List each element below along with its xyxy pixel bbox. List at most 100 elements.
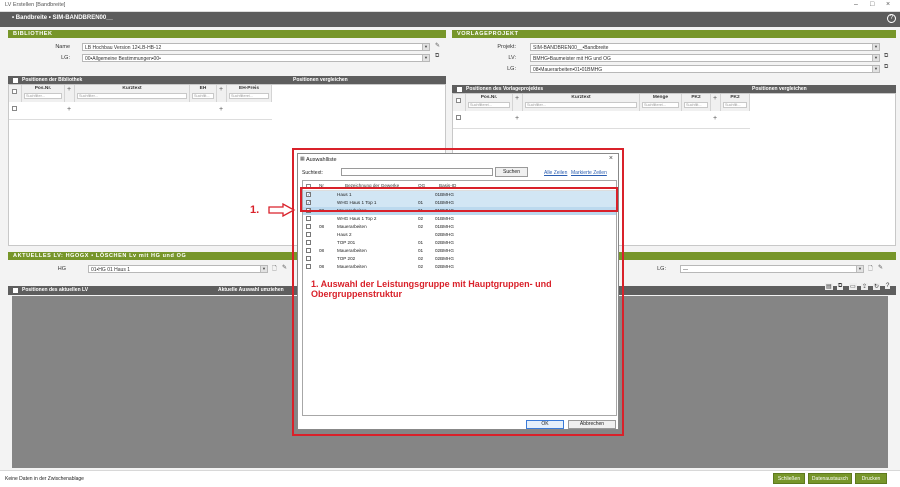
arrow-right-icon [268,203,296,217]
row-og: 02 [418,216,424,221]
aktuell-select-all-checkbox[interactable] [13,287,18,293]
checkbox[interactable] [306,264,311,269]
copy-icon[interactable]: ⧉ [837,283,844,290]
close-icon[interactable]: × [886,1,890,8]
vorlage-positions-bar: Positionen des Vorlageprojektes Position… [452,85,896,93]
filter-input[interactable]: Suchfilterei... [642,102,679,108]
document-icon[interactable]: 🗋 [272,264,277,274]
plus-icon[interactable]: + [713,115,717,122]
chevron-down-icon: ▼ [872,66,879,72]
checkbox[interactable] [306,240,311,245]
dialog-title: Auswahlliste [306,157,337,163]
table-icon[interactable]: ▤ [825,283,833,290]
bibliothek-select-all-checkbox[interactable] [13,77,18,83]
filter-input[interactable]: Suchfilterei... [229,93,269,99]
statusbar: Keine Daten in der Zwischenablage Schlie… [0,470,900,487]
close-button[interactable]: Schließen [773,473,805,484]
row-nr: 08 [319,264,325,269]
window-titlebar: LV Erstellen [Bandbreite] – □ × [0,0,900,12]
table-row[interactable]: TOP 201 01 02BMHG [303,239,616,247]
plus-icon[interactable]: + [219,86,223,93]
filter-input[interactable]: Suchfilt... [684,102,708,108]
data-exchange-button[interactable]: Datenaustausch [808,473,852,484]
checkbox[interactable] [306,216,311,221]
filter-input[interactable]: Suchfilt... [723,102,747,108]
projekt-select[interactable]: SIM-BANDBREN00__•Bandbreite ▼ [530,43,880,51]
export-icon[interactable]: ⇪ [861,283,869,290]
minimize-icon[interactable]: – [854,1,858,8]
column-label: Pos.Nr. [480,95,498,100]
search-button[interactable]: Suchen [495,167,528,177]
aktuell-lg-select[interactable]: — ▼ [680,265,864,273]
checkbox[interactable] [456,115,461,120]
table-row[interactable]: WHG Haus 1 Top 2 02 01BMHG [303,215,616,223]
annotation-marker: 1. [250,204,260,216]
section-title: VORLAGEPROJEKT [457,31,519,37]
lg-label: LG: [61,55,70,61]
pencil-icon[interactable]: ✎ [435,42,440,49]
copy-icon[interactable]: ⧉ [435,53,439,60]
filter-input[interactable]: Suchfilt... [192,93,214,99]
table-row[interactable]: Haus 2 02BMHG [303,231,616,239]
all-rows-link[interactable]: Alle Zeilen [544,170,567,176]
column-pk2: PK2 Suchfilt... [682,94,711,111]
chevron-down-icon: ▼ [422,44,429,50]
row-bezeichnung: Mauerarbeiten [337,224,367,229]
row-nr: 08 [319,248,325,253]
folder-icon[interactable]: ▭ [849,283,857,290]
column-label: Kurztext [571,95,591,100]
plus-icon[interactable]: + [67,106,71,113]
copy-icon[interactable]: ⧉ [884,53,888,60]
filter-input[interactable]: Suchfilter... [525,102,637,108]
lg-select[interactable]: 00•Allgemeine Bestimmungen•00• ▼ [82,54,430,62]
chevron-down-icon: ▼ [422,55,429,61]
checkbox[interactable] [306,232,311,237]
table-row[interactable]: 08 Mauerarbeiten 02 01BMHG [303,223,616,231]
hg-select-value: 01•HG 01 Haus 1 [91,266,130,273]
cancel-button[interactable]: Abbrechen [568,420,616,429]
row-basis-id: 01BMHG [435,216,454,221]
vorlage-select-all-checkbox[interactable] [457,86,462,92]
refresh-icon[interactable]: ↻ [873,283,881,290]
table-row[interactable]: 08 Mauerarbeiten 02 02BMHG [303,263,616,271]
ok-button[interactable]: OK [526,420,564,429]
plus-icon[interactable]: + [515,115,519,122]
pencil-icon[interactable]: ✎ [282,264,287,271]
lv-select[interactable]: BMHG•Baumeister mit HG und OG ▼ [530,54,880,62]
help-icon[interactable]: ? [887,14,896,23]
row-og: 02 [418,256,424,261]
page-title: • Bandbreite • SIM-BANDBREN00__ [12,15,113,21]
plus-icon[interactable]: + [713,95,717,102]
copy-icon[interactable]: ⧉ [884,64,888,71]
close-icon[interactable]: × [609,155,613,162]
filter-input[interactable]: Suchfilter... [77,93,187,99]
document-icon[interactable]: 🗋 [868,264,873,274]
filter-input[interactable]: Suchfilter... [24,93,62,99]
checkbox[interactable] [306,224,311,229]
vorlage-lg-select[interactable]: 08•Mauerarbeiten•01•01BMHG ▼ [530,65,880,73]
name-select[interactable]: LB Hochbau Version 12•LB-HB-12 ▼ [82,43,430,51]
plus-icon[interactable]: + [219,106,223,113]
marked-rows-link[interactable]: Markierte Zeilen [571,170,607,176]
hg-select[interactable]: 01•HG 01 Haus 1 ▼ [88,265,268,273]
filter-input[interactable]: Suchfilterei... [468,102,510,108]
checkbox[interactable] [12,89,17,94]
column-menge: Menge Suchfilterei... [640,94,682,111]
search-input[interactable] [341,168,493,176]
table-row[interactable]: 08 Mauerarbeiten 01 02BMHG [303,247,616,255]
plus-icon[interactable]: + [67,86,71,93]
maximize-icon[interactable]: □ [870,1,874,8]
column-label: Pos.Nr. [34,86,52,91]
row-basis-id: 02BMHG [435,248,454,253]
column-label: Kurztext [122,86,142,91]
table-row[interactable]: TOP 202 02 02BMHG [303,255,616,263]
checkbox[interactable] [306,256,311,261]
print-button[interactable]: Drucken [855,473,887,484]
checkbox[interactable] [306,248,311,253]
checkbox[interactable] [456,98,461,103]
pencil-icon[interactable]: ✎ [878,264,883,271]
help-icon[interactable]: ? [885,283,891,289]
checkbox[interactable] [12,106,17,111]
plus-icon[interactable]: + [515,95,519,102]
name-select-value: LB Hochbau Version 12•LB-HB-12 [85,44,162,51]
